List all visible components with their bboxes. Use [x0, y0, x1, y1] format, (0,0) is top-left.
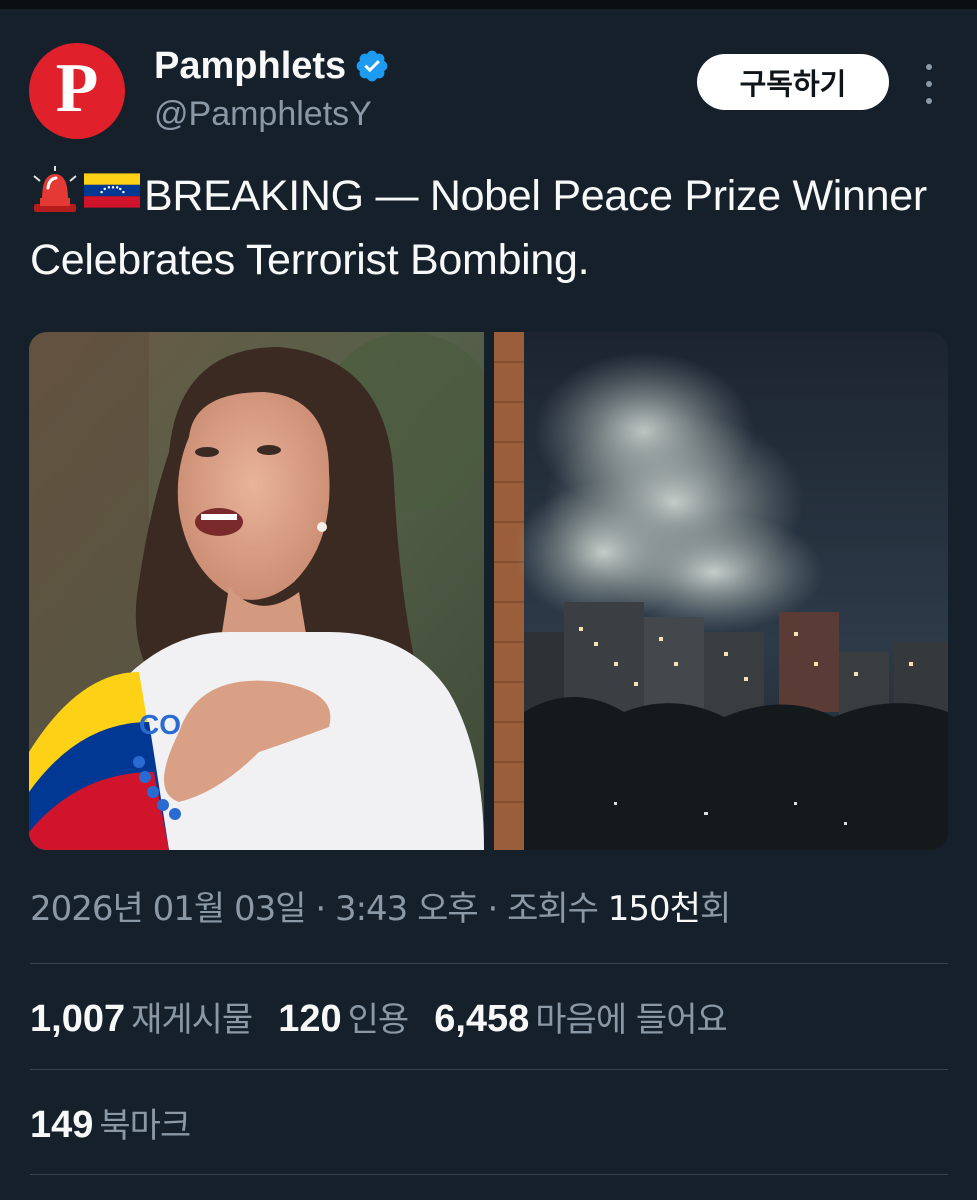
meta-separator: ·	[305, 889, 335, 929]
account-handle[interactable]: @PamphletsY	[154, 94, 372, 134]
views-suffix: 회	[699, 889, 731, 929]
tweet-text: BREAKING — Nobel Peace Prize Winner Cele…	[30, 164, 950, 292]
police-light-emoji	[33, 166, 77, 212]
quotes-count: 120	[278, 998, 342, 1040]
tweet-meta: 2026년 01월 03일 · 3:43 오후 · 조회수 150천회	[30, 884, 731, 934]
reposts-stat[interactable]: 1,007 재게시물	[30, 994, 253, 1045]
likes-label: 마음에 들어요	[535, 1000, 727, 1040]
bookmark-stats: 149 북마크	[30, 1100, 216, 1151]
likes-stat[interactable]: 6,458 마음에 들어요	[434, 994, 728, 1045]
avatar-letter: P	[55, 50, 99, 127]
bookmarks-label: 북마크	[99, 1106, 191, 1146]
avatar[interactable]: P	[29, 43, 125, 139]
venezuela-flag-emoji	[84, 173, 140, 208]
display-name[interactable]: Pamphlets	[154, 44, 346, 88]
divider	[30, 1174, 948, 1175]
views-label: 조회수	[507, 889, 608, 929]
media-grid[interactable]: CO	[29, 332, 948, 850]
reposts-count: 1,007	[30, 998, 126, 1040]
quotes-stat[interactable]: 120 인용	[278, 994, 410, 1045]
svg-text:CO: CO	[139, 709, 181, 740]
quotes-label: 인용	[347, 1000, 410, 1040]
divider	[30, 1069, 948, 1070]
meta-separator: ·	[477, 889, 508, 929]
subscribe-button[interactable]: 구독하기	[697, 54, 889, 110]
account-name-row: Pamphlets	[154, 44, 390, 88]
woman-speaking-photo[interactable]: CO	[29, 332, 484, 850]
views-count: 150천	[607, 889, 701, 929]
tweet-body: BREAKING — Nobel Peace Prize Winner Cele…	[30, 172, 927, 284]
night-city-smoke-photo[interactable]	[494, 332, 948, 850]
engagement-stats: 1,007 재게시물 120 인용 6,458 마음에 들어요	[30, 994, 753, 1045]
bookmarks-stat[interactable]: 149 북마크	[30, 1100, 191, 1151]
likes-count: 6,458	[434, 998, 530, 1040]
bookmarks-count: 149	[30, 1104, 94, 1146]
reposts-label: 재게시물	[131, 1000, 253, 1040]
status-bar-edge	[0, 0, 977, 9]
divider	[30, 963, 948, 964]
more-vertical-icon[interactable]	[916, 64, 942, 104]
tweet-time: 3:43 오후	[334, 889, 479, 929]
tweet-date: 2026년 01월 03일	[30, 889, 307, 929]
verified-badge-icon	[356, 50, 388, 82]
